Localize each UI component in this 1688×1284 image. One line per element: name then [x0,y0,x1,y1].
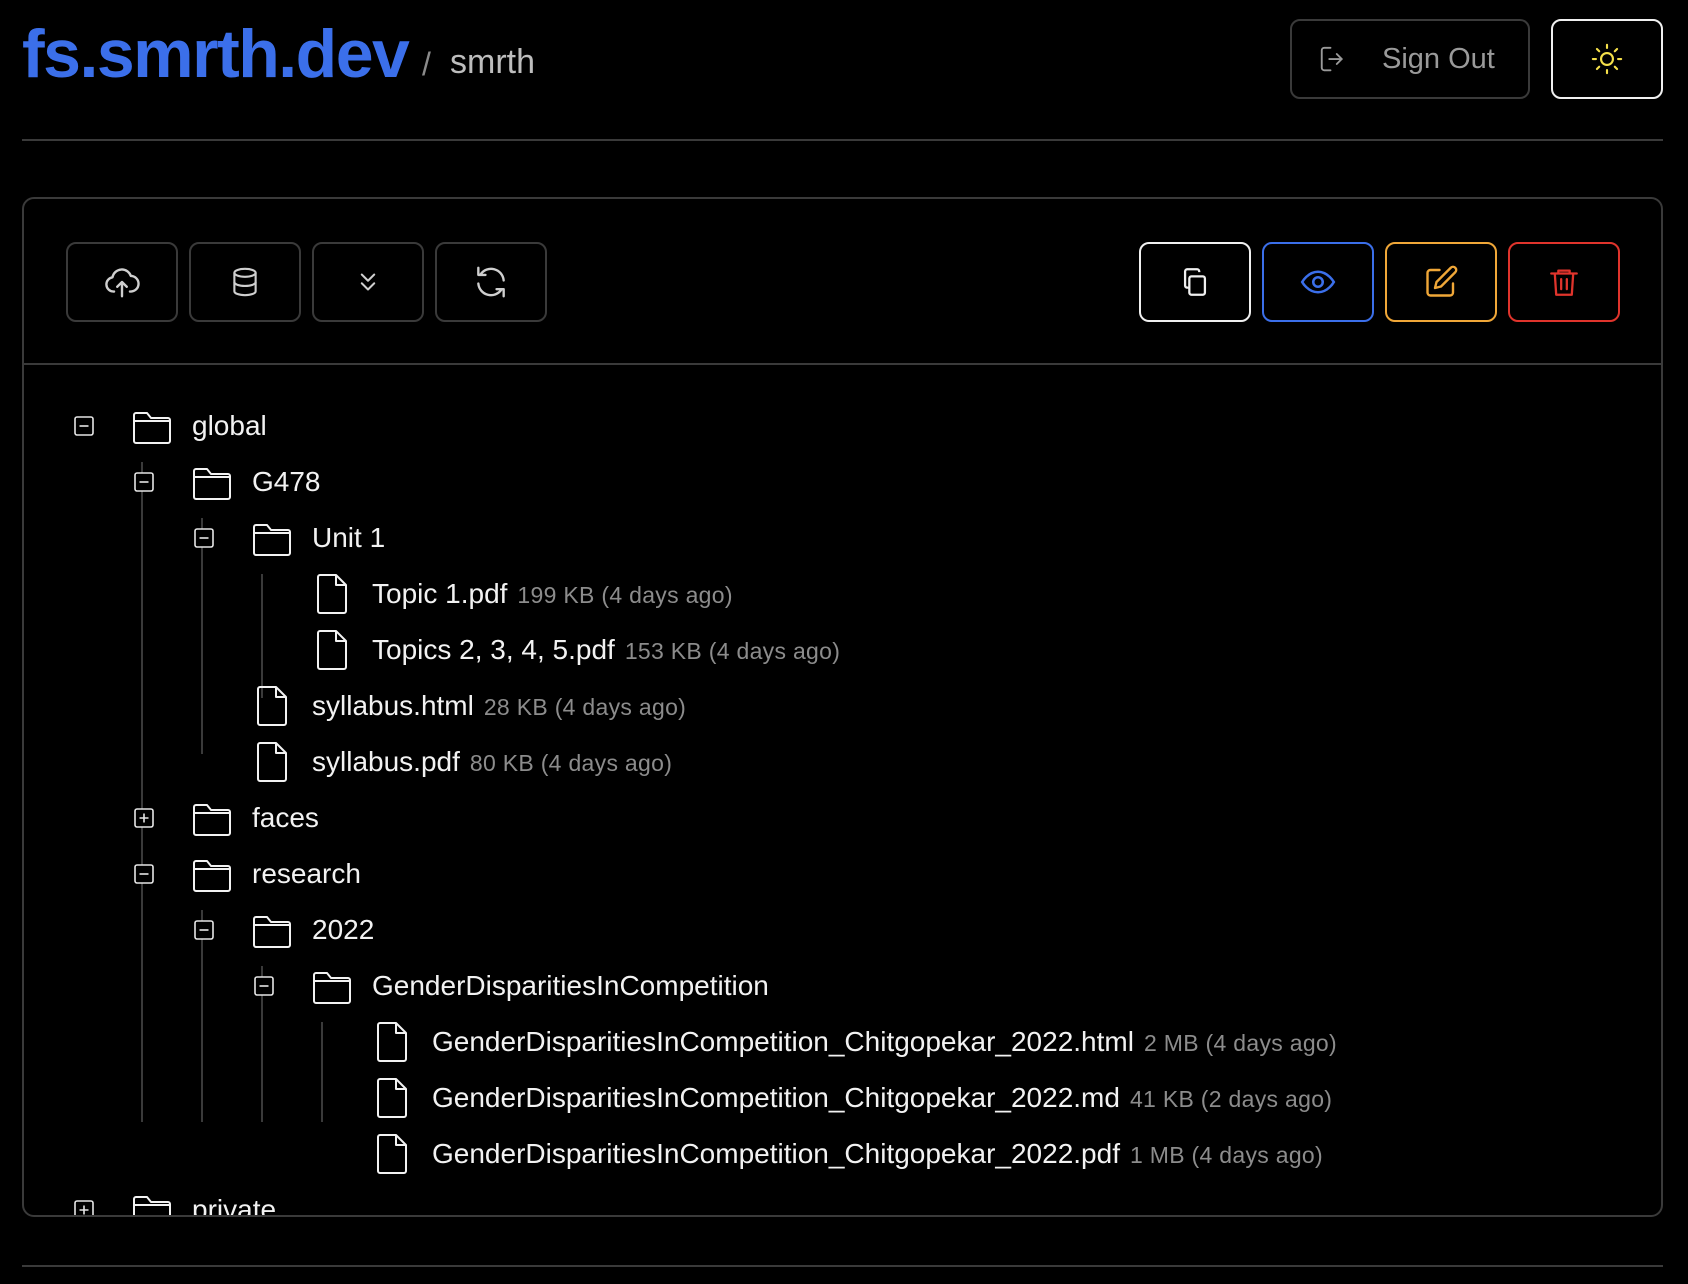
folder-icon [192,460,232,504]
folder-icon [252,908,292,952]
sign-out-label: Sign Out [1382,42,1495,75]
sign-out-button[interactable]: Sign Out [1290,19,1530,99]
file-icon [372,1020,412,1064]
footer-divider [22,1265,1663,1267]
collapse-toggle-icon[interactable] [254,976,274,996]
tree-item-name: faces [252,802,319,833]
tree-item-label[interactable]: GenderDisparitiesInCompetition [372,958,769,1014]
sun-icon [1591,43,1623,75]
brand-title[interactable]: fs.smrth.dev [22,14,410,94]
sign-out-icon [1320,46,1343,72]
tree-item-name: Topics 2, 3, 4, 5.pdf [372,634,615,665]
file-meta: 2 MB (4 days ago) [1143,1030,1337,1056]
tree-guide-line [141,462,143,1122]
tree-item-label[interactable]: faces [252,790,319,846]
tree-item-name: syllabus.pdf [312,746,460,777]
upload-icon [105,268,140,298]
tree-item-name: research [252,858,361,889]
tree-item-name: GenderDisparitiesInCompetition_Chitgopek… [432,1082,1120,1113]
tree-item-label[interactable]: global [192,398,267,454]
folder-icon [252,516,292,560]
folder-icon [192,852,232,896]
file-meta: 1 MB (4 days ago) [1129,1142,1323,1168]
tree-item-label[interactable]: 2022 [312,902,374,958]
tree-item-label[interactable]: Topics 2, 3, 4, 5.pdf 153 KB (4 days ago) [372,622,840,679]
file-browser-panel: global G478 Unit 1 Topic 1.pdf 199 KB (4 day… [22,197,1663,1217]
file-meta: 199 KB (4 days ago) [517,582,733,608]
copy-button[interactable] [1139,242,1251,322]
collapse-toggle-icon[interactable] [134,472,154,492]
tree-item-name: syllabus.html [312,690,474,721]
breadcrumb-separator: / [422,46,431,82]
expand-all-button[interactable] [312,242,424,322]
tree-item-label[interactable]: syllabus.pdf 80 KB (4 days ago) [312,734,672,791]
folder-icon [132,404,172,448]
breadcrumb-user[interactable]: smrth [450,40,535,84]
chevrons-down-icon [360,273,376,291]
refresh-icon [477,266,505,298]
expand-toggle-icon[interactable] [74,1200,94,1215]
tree-item-label[interactable]: syllabus.html 28 KB (4 days ago) [312,678,686,735]
tree-item-name: private [192,1194,277,1217]
tree-item-name: 2022 [312,914,375,945]
edit-button[interactable] [1385,242,1497,322]
tree-item-label[interactable]: private [192,1182,277,1217]
tree-item-label[interactable]: GenderDisparitiesInCompetition_Chitgopek… [432,1014,1337,1071]
file-meta: 41 KB (2 days ago) [1129,1086,1333,1112]
tree-item-label[interactable]: GenderDisparitiesInCompetition_Chitgopek… [432,1126,1323,1183]
file-meta: 80 KB (4 days ago) [469,750,673,776]
tree-item-name: GenderDisparitiesInCompetition_Chitgopek… [432,1026,1134,1057]
tree-item-label[interactable]: research [252,846,361,902]
view-button[interactable] [1262,242,1374,322]
delete-button[interactable] [1508,242,1620,322]
file-icon [252,684,292,728]
upload-button[interactable] [66,242,178,322]
tree-item-label[interactable]: GenderDisparitiesInCompetition_Chitgopek… [432,1070,1332,1127]
trash-icon [1550,269,1578,296]
folder-icon [312,964,352,1008]
collapse-toggle-icon[interactable] [134,864,154,884]
tree-item-name: global [192,410,267,441]
database-button[interactable] [189,242,301,322]
tree-item-label[interactable]: Unit 1 [312,510,385,566]
database-icon [233,267,257,297]
edit-icon [1426,265,1458,297]
tree-item-name: Unit 1 [312,522,386,553]
tree-item-name: G478 [252,466,321,497]
refresh-button[interactable] [435,242,547,322]
collapse-toggle-icon[interactable] [194,920,214,940]
file-meta: 28 KB (4 days ago) [483,694,687,720]
eye-icon [1300,270,1336,294]
tree-item-label[interactable]: Topic 1.pdf 199 KB (4 days ago) [372,566,733,623]
tree-item-name: GenderDisparitiesInCompetition [372,970,769,1001]
file-icon [312,572,352,616]
tree-item-label[interactable]: G478 [252,454,321,510]
folder-icon [132,1188,172,1215]
file-tree: global G478 Unit 1 Topic 1.pdf 199 KB (4 day… [24,367,1661,1217]
top-bar: fs.smrth.dev / smrth Sign Out [22,0,1663,141]
tree-guide-line [261,574,263,698]
copy-icon [1183,268,1207,296]
collapse-toggle-icon[interactable] [194,528,214,548]
tree-item-name: GenderDisparitiesInCompetition_Chitgopek… [432,1138,1120,1169]
tree-guide-line [201,910,203,1122]
file-icon [372,1076,412,1120]
collapse-toggle-icon[interactable] [74,416,94,436]
folder-icon [192,796,232,840]
tree-guide-line [321,1022,323,1122]
tree-guide-line [201,518,203,754]
file-icon [252,740,292,784]
file-icon [372,1132,412,1176]
file-icon [312,628,352,672]
expand-toggle-icon[interactable] [134,808,154,828]
toolbar [24,199,1661,365]
file-meta: 153 KB (4 days ago) [624,638,841,664]
theme-toggle-button[interactable] [1551,19,1663,99]
tree-item-name: Topic 1.pdf [372,578,508,609]
